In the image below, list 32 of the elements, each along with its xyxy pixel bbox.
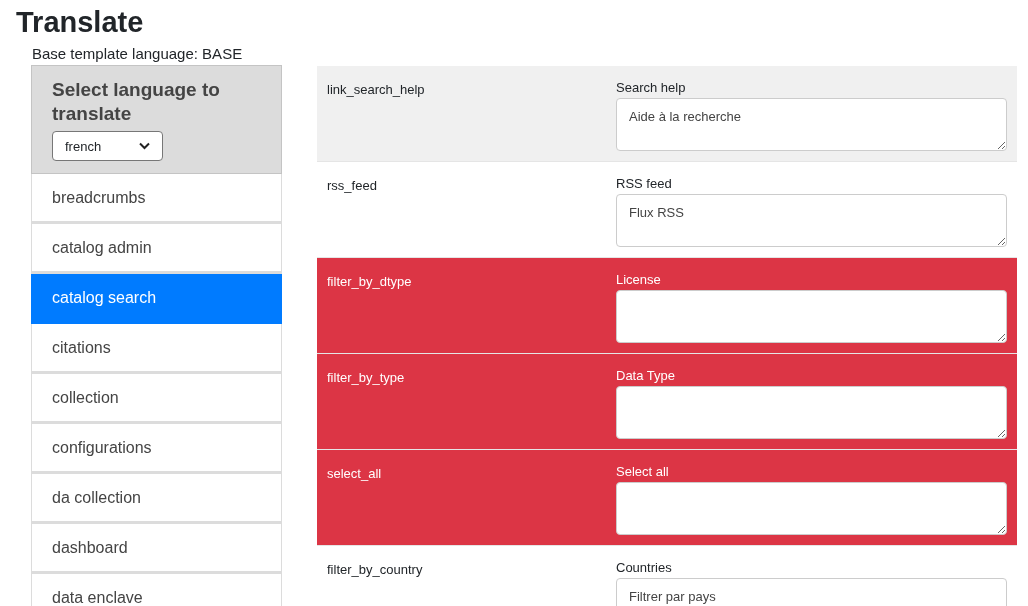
field-label: Countries — [616, 560, 672, 577]
translation-field[interactable]: Filtrer par pays — [616, 578, 1007, 606]
base-language-label: Base template language: BASE — [32, 45, 243, 64]
sidebar-item[interactable]: data enclave — [31, 574, 282, 606]
field-label: Search help — [616, 80, 686, 97]
field-label: License — [616, 272, 661, 289]
translation-key: rss_feed — [327, 178, 377, 194]
translation-key: filter_by_country — [327, 562, 423, 578]
translation-field[interactable]: Aide à la recherche — [616, 98, 1007, 152]
sidebar-item[interactable]: da collection — [31, 474, 282, 525]
sidebar-item[interactable]: catalog search — [31, 274, 282, 325]
sidebar-item[interactable]: dashboard — [31, 524, 282, 575]
sidebar-item[interactable]: citations — [31, 324, 282, 375]
field-label: RSS feed — [616, 176, 672, 193]
translation-key: select_all — [327, 466, 382, 482]
translation-field[interactable] — [616, 482, 1007, 536]
sidebar-item[interactable]: collection — [31, 374, 282, 425]
translation-field[interactable]: Flux RSS — [616, 194, 1007, 248]
sidebar-item[interactable]: breadcrumbs — [31, 174, 282, 225]
field-label: Select all — [616, 464, 669, 481]
chevron-down-icon — [139, 142, 150, 151]
field-label: Data Type — [616, 368, 676, 385]
sidebar-item[interactable]: configurations — [31, 424, 282, 475]
translation-field[interactable] — [616, 386, 1007, 440]
translation-field[interactable] — [616, 290, 1007, 344]
translation-key: filter_by_dtype — [327, 274, 412, 290]
sidebar-item[interactable]: catalog admin — [31, 224, 282, 275]
page-title: Translate — [15, 5, 144, 40]
panel-heading: Select language to translate — [52, 78, 221, 127]
translation-key: link_search_help — [327, 82, 425, 98]
translation-key: filter_by_type — [327, 370, 405, 386]
language-select[interactable]: french — [52, 131, 163, 162]
